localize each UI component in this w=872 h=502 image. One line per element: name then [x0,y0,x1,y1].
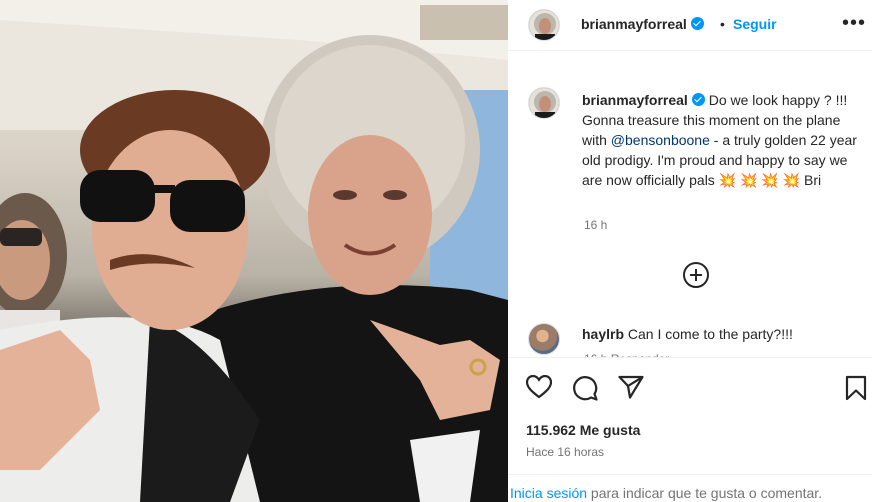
caption-username[interactable]: brianmayforreal [582,92,688,108]
header-separator: • [720,16,725,32]
post-header: brianmayforreal • Seguir ••• [508,0,872,51]
caption-avatar-image [529,88,559,118]
caption-signoff: Bri [800,172,822,188]
comment-username[interactable]: haylrb [582,326,624,342]
author-avatar[interactable] [528,9,560,41]
action-bar [508,357,872,417]
selfie-illustration [0,0,508,502]
verified-icon [691,93,705,106]
comment-item: haylrb Can I come to the party?!!! [582,326,793,342]
bookmark-icon[interactable] [845,375,867,406]
post-sidebar: brianmayforreal • Seguir ••• brianmayfor… [508,0,872,502]
avatar-image [529,10,559,40]
share-icon[interactable] [618,375,644,404]
comment-icon[interactable] [572,375,598,406]
caption-avatar[interactable] [528,87,560,119]
like-count[interactable]: 115.962 Me gusta [526,422,640,438]
comment-text: Can I come to the party?!!! [627,326,793,342]
post-caption: brianmayforreal Do we look happy ? !!! G… [582,90,864,190]
author-username[interactable]: brianmayforreal [581,16,704,32]
instagram-post: brianmayforreal • Seguir ••• brianmayfor… [0,0,872,502]
caption-timestamp[interactable]: 16 h [584,218,607,232]
login-prompt: Inicia sesión para indicar que te gusta … [508,474,872,502]
follow-button[interactable]: Seguir [733,16,777,32]
caption-emoji: 💥 💥 💥 💥 [718,172,801,188]
heart-icon[interactable] [525,374,553,404]
caption-mention-link[interactable]: @bensonboone [611,132,710,148]
add-comment-icon[interactable] [683,262,709,288]
login-prompt-text: para indicar que te gusta o comentar. [587,485,823,501]
verified-icon [690,17,704,30]
post-photo[interactable] [0,0,508,502]
login-link[interactable]: Inicia sesión [510,485,587,501]
post-date[interactable]: Hace 16 horas [526,445,604,459]
more-options-icon[interactable]: ••• [842,13,866,33]
comment-avatar[interactable] [528,323,560,355]
author-username-text[interactable]: brianmayforreal [581,16,687,32]
